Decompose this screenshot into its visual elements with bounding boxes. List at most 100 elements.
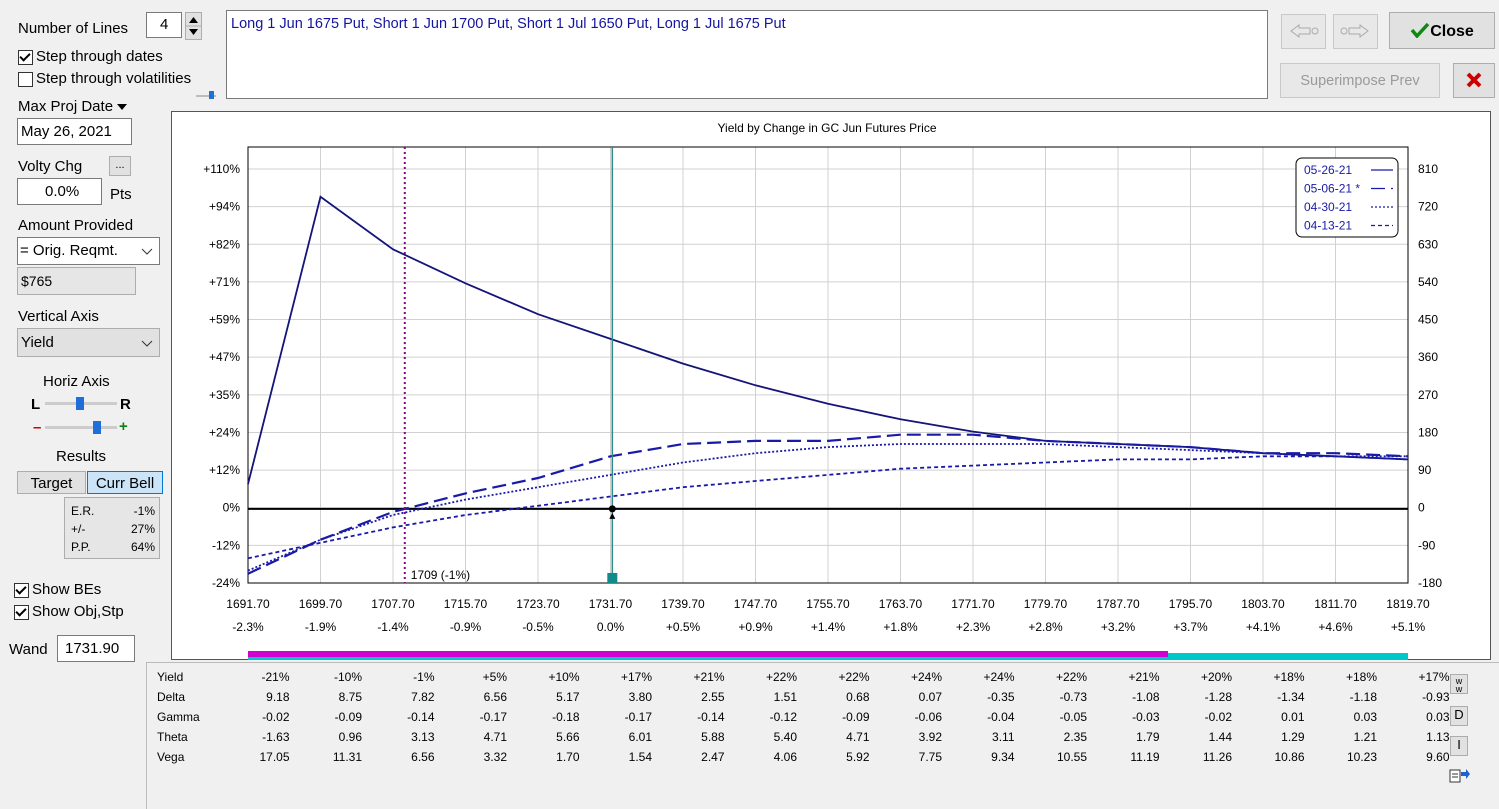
legend-entry: 05-26-21 [1304, 163, 1352, 177]
breakeven-label: 1709 (-1%) [411, 568, 470, 582]
greeks-cell: +18% [1345, 670, 1377, 684]
greeks-cell: -0.02 [262, 710, 290, 724]
vertical-axis-value: Yield [21, 334, 54, 351]
amount-value: $765 [21, 273, 53, 289]
volty-dots-button[interactable]: ... [109, 156, 131, 176]
x-pct-tick-label: +2.8% [1028, 620, 1063, 634]
greeks-cell: 0.01 [1281, 710, 1305, 724]
greeks-cell: 0.96 [338, 730, 362, 744]
greeks-cell: 2.55 [701, 690, 725, 704]
greeks-cell: 7.82 [411, 690, 435, 704]
greeks-cell: -0.17 [479, 710, 507, 724]
legend-entry: 04-13-21 [1304, 219, 1352, 233]
greeks-cell: 6.01 [628, 730, 652, 744]
step-vols-checkbox[interactable]: Step through volatilities [18, 70, 191, 87]
max-proj-date-input[interactable]: May 26, 2021 [17, 118, 132, 145]
cancel-x-button[interactable] [1453, 63, 1495, 98]
max-proj-date-dropdown[interactable]: Max Proj Date [18, 98, 128, 115]
wand-input[interactable]: 1731.90 [57, 635, 135, 662]
x-pct-tick-label: +0.9% [738, 620, 773, 634]
chart-legend: 05-26-21 05-06-21 * 04-30-21 04-13-21 [1295, 157, 1399, 238]
greeks-row: Gamma -0.02 -0.09 -0.14 -0.17 -0.18 -0.17 -0.14… [147, 707, 1450, 727]
volty-input[interactable]: 0.0% [17, 178, 102, 205]
greeks-cell: 6.56 [483, 690, 507, 704]
greeks-row-label: Gamma [157, 710, 200, 724]
chevron-down-icon [141, 248, 153, 255]
nav-next-button[interactable] [1333, 14, 1378, 49]
greeks-cell: +18% [1273, 670, 1305, 684]
step-dates-checkbox[interactable]: Step through dates [18, 48, 163, 65]
close-button[interactable]: Close [1389, 12, 1495, 49]
y-left-tick-label: +47% [209, 350, 240, 364]
legend-entry: 04-30-21 [1304, 200, 1352, 214]
greeks-cell: 9.18 [266, 690, 290, 704]
y-right-tick-label: -180 [1418, 576, 1442, 590]
amount-select[interactable]: = Orig. Reqmt. [17, 237, 160, 265]
greeks-table: Yield -21% -10% -1% +5% +10% +17% +21% +22% +22% +… [147, 667, 1450, 767]
side-button-w[interactable]: ww [1450, 674, 1468, 694]
greeks-cell: -0.14 [697, 710, 725, 724]
side-button-d[interactable]: D [1450, 706, 1468, 726]
mini-slider[interactable] [196, 90, 218, 100]
show-obj-checkbox[interactable]: Show Obj,Stp [14, 603, 124, 620]
greeks-cell: 7.75 [918, 750, 942, 764]
greeks-cell: 11.26 [1202, 750, 1232, 764]
greeks-cell: -1.18 [1349, 690, 1377, 704]
superimpose-prev-button[interactable]: Superimpose Prev [1280, 63, 1440, 98]
x-tick-label: 1755.70 [806, 597, 850, 611]
show-bes-checkbox[interactable]: Show BEs [14, 581, 101, 598]
target-button[interactable]: Target [17, 471, 86, 494]
zoom-slider[interactable] [45, 421, 117, 435]
greeks-cell: 10.55 [1056, 750, 1087, 764]
greeks-cell: 0.07 [918, 690, 942, 704]
y-left-tick-label: 0% [223, 501, 241, 515]
greeks-cell: 0.68 [846, 690, 870, 704]
stat-range: +/- 27% [71, 522, 155, 536]
x-pct-tick-label: 0.0% [597, 620, 625, 634]
greeks-cell: 1.79 [1136, 730, 1160, 744]
max-proj-date-value: May 26, 2021 [21, 123, 112, 140]
result-bar-magenta [248, 651, 1168, 657]
greeks-cell: 0.03 [1426, 710, 1450, 724]
x-pct-tick-label: +2.3% [956, 620, 991, 634]
y-right-tick-label: -90 [1418, 538, 1436, 552]
nav-prev-button[interactable] [1281, 14, 1326, 49]
greeks-cell: +5% [482, 670, 507, 684]
curr-bell-button[interactable]: Curr Bell [87, 471, 163, 494]
strategy-textbox[interactable]: Long 1 Jun 1675 Put, Short 1 Jun 1700 Pu… [226, 10, 1268, 99]
greeks-cell: 17.05 [259, 750, 290, 764]
num-lines-spinner[interactable] [185, 12, 202, 40]
arrow-left-icon [1290, 24, 1319, 38]
vertical-axis-select[interactable]: Yield [17, 328, 160, 357]
num-lines-input[interactable]: 4 [146, 12, 182, 38]
greeks-cell: -21% [261, 670, 290, 684]
greeks-cell: -0.03 [1132, 710, 1160, 724]
greeks-cell: 1.21 [1353, 730, 1377, 744]
x-tick-label: 1803.70 [1241, 597, 1285, 611]
greeks-cell: 1.13 [1426, 730, 1450, 744]
export-icon[interactable] [1449, 766, 1471, 784]
y-right-tick-label: 720 [1418, 200, 1438, 214]
x-tick-label: 1787.70 [1096, 597, 1140, 611]
yield-chart[interactable]: Yield by Change in GC Jun Futures Price … [171, 111, 1491, 660]
greeks-row: Yield -21% -10% -1% +5% +10% +17% +21% +22% +22% +… [147, 667, 1450, 687]
arrow-right-icon [1340, 24, 1369, 38]
greeks-cell: -1% [413, 670, 435, 684]
vertical-axis-label: Vertical Axis [18, 308, 99, 325]
greeks-cell: 1.44 [1208, 730, 1232, 744]
volty-value: 0.0% [45, 183, 80, 200]
greeks-row-label: Yield [157, 670, 184, 684]
x-pct-tick-label: -0.9% [450, 620, 482, 634]
x-pct-tick-label: +4.1% [1246, 620, 1281, 634]
y-right-tick-label: 360 [1418, 350, 1438, 364]
side-button-i[interactable]: I [1450, 736, 1468, 756]
plus-label: + [119, 418, 128, 435]
horiz-l-label: L [31, 396, 41, 413]
greeks-cell: 5.88 [701, 730, 725, 744]
greeks-cell: 4.06 [773, 750, 797, 764]
x-tick-label: 1691.70 [226, 597, 270, 611]
results-label: Results [56, 448, 107, 465]
greeks-cell: 5.17 [556, 690, 580, 704]
greeks-cell: 5.92 [846, 750, 870, 764]
horiz-axis-slider[interactable] [45, 397, 117, 411]
